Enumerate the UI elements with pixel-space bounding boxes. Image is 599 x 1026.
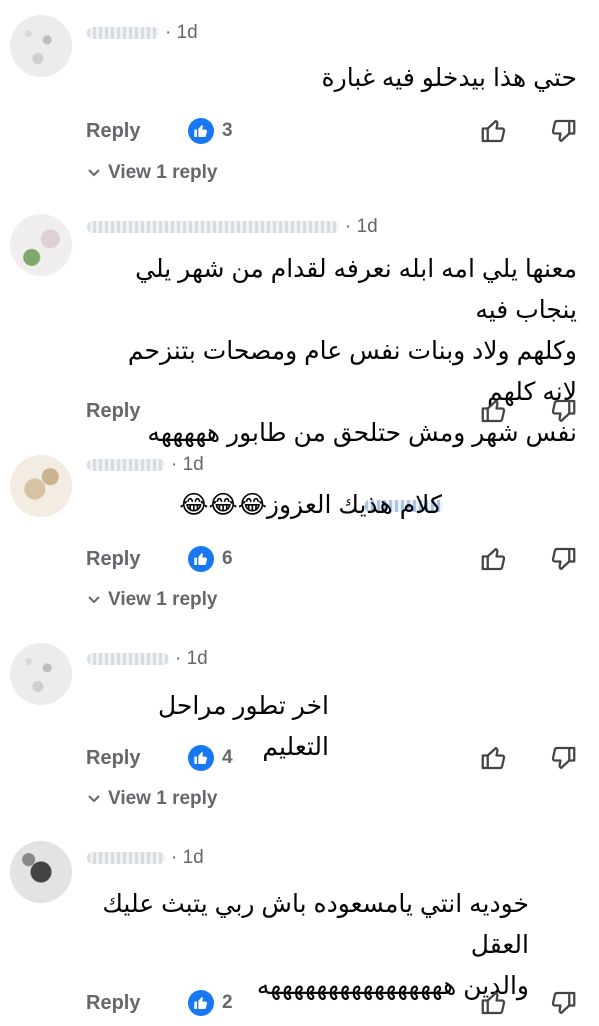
comment-text: كلام هذيك العزوز😂😂😂 (87, 485, 442, 526)
comment-meta: · 1d (87, 452, 204, 478)
comment-time: · 1d (171, 847, 204, 868)
avatar[interactable] (10, 455, 72, 517)
view-replies-label: View 1 reply (108, 788, 218, 809)
thumb-up-outline-icon[interactable] (479, 743, 509, 773)
thumb-up-icon (188, 118, 214, 144)
thumb-down-outline-icon[interactable] (548, 988, 578, 1018)
comment-time: · 1d (175, 648, 208, 669)
avatar[interactable] (10, 15, 72, 77)
like-count-number: 2 (222, 992, 233, 1013)
chevron-down-icon (88, 596, 100, 604)
comment-meta: · 1d (87, 214, 378, 240)
comment-meta: · 1d (87, 646, 208, 672)
like-count[interactable]: 4 (188, 743, 233, 773)
thumb-up-icon (188, 745, 214, 771)
like-count-number: 6 (222, 548, 233, 569)
chevron-down-icon (88, 795, 100, 803)
comment-time: · 1d (171, 454, 204, 475)
author-name-blurred[interactable] (87, 652, 169, 665)
thumb-up-outline-icon[interactable] (479, 988, 509, 1018)
comment-actions: Reply (0, 394, 599, 434)
reply-button[interactable]: Reply (86, 747, 140, 770)
view-replies-label: View 1 reply (108, 589, 218, 610)
thumb-up-outline-icon[interactable] (479, 116, 509, 146)
comment-actions: Reply 4 (0, 741, 599, 781)
reply-button[interactable]: Reply (86, 120, 140, 143)
comment-actions: Reply 2 (0, 986, 599, 1026)
thumb-down-outline-icon[interactable] (548, 544, 578, 574)
author-name-blurred[interactable] (87, 26, 159, 39)
comment-text-line: معنها يلي امه ابله نعرفه لقدام من شهر يل… (135, 255, 577, 324)
comment-text-line: كلام هذيك العزوز😂😂😂 (179, 491, 442, 519)
view-replies-button[interactable]: View 1 reply (86, 585, 218, 615)
reply-button[interactable]: Reply (86, 548, 140, 571)
avatar[interactable] (10, 841, 72, 903)
thumb-down-outline-icon[interactable] (548, 116, 578, 146)
thumb-down-outline-icon[interactable] (548, 743, 578, 773)
comment-text-line: خوديه انتي يامسعوده باش ربي يتبث عليك ال… (102, 890, 529, 959)
comment-time: · 1d (165, 22, 198, 43)
like-count[interactable]: 6 (188, 544, 233, 574)
like-count[interactable]: 2 (188, 988, 233, 1018)
reply-button[interactable]: Reply (86, 400, 140, 423)
avatar[interactable] (10, 214, 72, 276)
thumb-down-outline-icon[interactable] (548, 396, 578, 426)
like-count-number: 3 (222, 120, 233, 141)
reply-button[interactable]: Reply (86, 992, 140, 1015)
author-name-blurred[interactable] (87, 851, 165, 864)
comment-meta: · 1d (87, 20, 198, 46)
comment-text-line: حتي هذا بيدخلو فيه غبارة (321, 64, 577, 92)
like-count-number: 4 (222, 747, 233, 768)
like-count[interactable]: 3 (188, 116, 233, 146)
avatar[interactable] (10, 643, 72, 705)
thumb-up-icon (188, 990, 214, 1016)
view-replies-button[interactable]: View 1 reply (86, 784, 218, 814)
comment-time: · 1d (345, 216, 378, 237)
thumb-up-outline-icon[interactable] (479, 396, 509, 426)
comment-actions: Reply 3 (0, 114, 599, 154)
thumb-up-outline-icon[interactable] (479, 544, 509, 574)
view-replies-button[interactable]: View 1 reply (86, 158, 218, 188)
thumb-up-icon (188, 546, 214, 572)
comment-actions: Reply 6 (0, 542, 599, 582)
author-name-blurred[interactable] (87, 458, 165, 471)
view-replies-label: View 1 reply (108, 162, 218, 183)
comment-meta: · 1d (87, 845, 204, 871)
chevron-down-icon (88, 169, 100, 177)
author-name-blurred[interactable] (87, 220, 339, 233)
comment-text: حتي هذا بيدخلو فيه غبارة (87, 58, 577, 99)
